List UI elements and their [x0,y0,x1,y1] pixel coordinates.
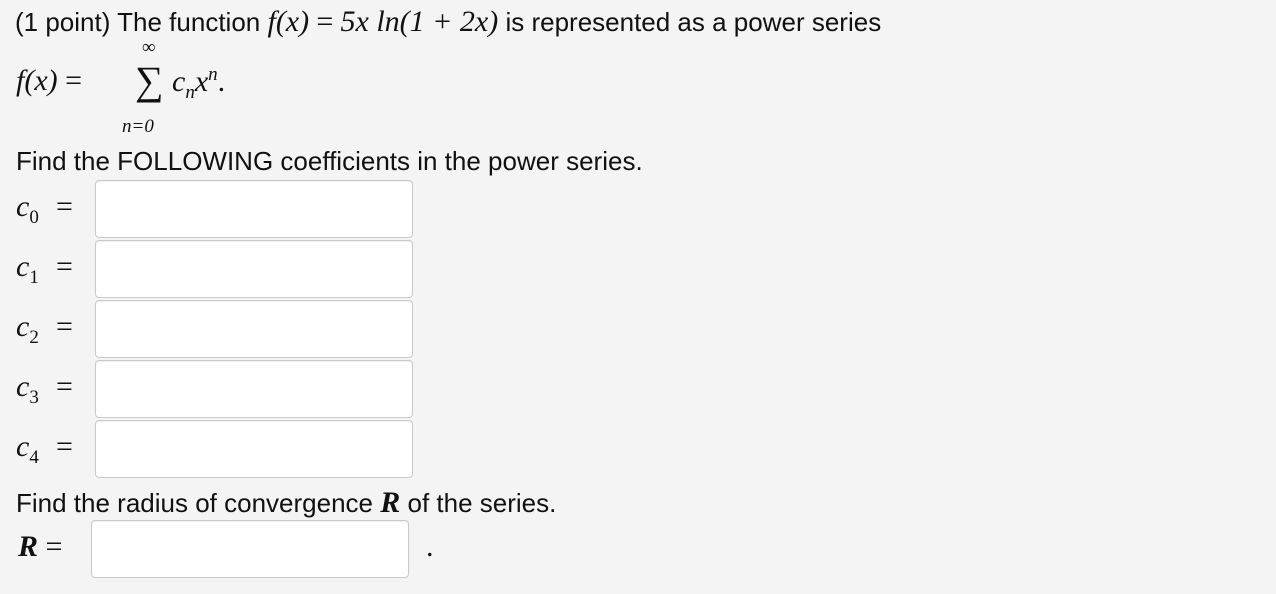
radius-prompt: Find the radius of convergence R of the … [16,486,556,520]
coef-equals-0: = [56,190,73,223]
c1-input[interactable] [95,240,413,298]
series-lhs: f(x) = [16,64,82,98]
c4-input[interactable] [95,420,413,478]
coef-equals-1: = [56,250,73,283]
term-coef: c [172,65,186,98]
coefficients-prompt: Find the FOLLOWING coefficients in the p… [16,146,643,176]
coef-label-4: c4 [16,430,39,468]
sum-lower-limit: n=0 [122,116,154,137]
series-lhs-text: f(x) [16,64,58,97]
term-var: x [194,65,209,98]
series-term: cnxn. [172,64,225,104]
series-equals: = [65,64,83,97]
sum-upper-limit: ∞ [142,37,156,58]
power-series-formula: f(x) = ∞ ∑ cnxn. n=0 [16,34,276,144]
coef-equals-2: = [56,310,73,343]
radius-answer-label: R = [18,530,62,564]
coef-equals-4: = [56,430,73,463]
sigma-icon: ∑ [135,58,164,103]
function-rhs: 5x ln(1 + 2x) [340,5,499,38]
c3-input[interactable] [95,360,413,418]
coef-label-1: c1 [16,250,39,288]
c2-input[interactable] [95,300,413,358]
points-label: (1 point) [15,7,111,37]
coef-equals-3: = [56,370,73,403]
radius-answer-symbol: R [18,530,39,563]
term-var-sup: n [208,64,218,85]
term-end-punct: . [217,65,226,98]
represented-text: is represented as a power series [505,7,882,37]
function-equals: = [316,5,334,38]
coef-label-0: c0 [16,190,39,228]
radius-prompt-after: of the series. [407,488,557,518]
intro-text: The function [117,7,261,37]
coef-label-2: c2 [16,310,39,348]
radius-prompt-before: Find the radius of convergence [16,488,373,518]
term-coef-sub: n [185,82,195,103]
radius-symbol: R [380,486,401,519]
radius-input[interactable] [91,520,409,578]
radius-trailing-period: . [426,530,434,563]
c0-input[interactable] [95,180,413,238]
coef-label-3: c3 [16,370,39,408]
radius-answer-equals: = [45,530,63,563]
